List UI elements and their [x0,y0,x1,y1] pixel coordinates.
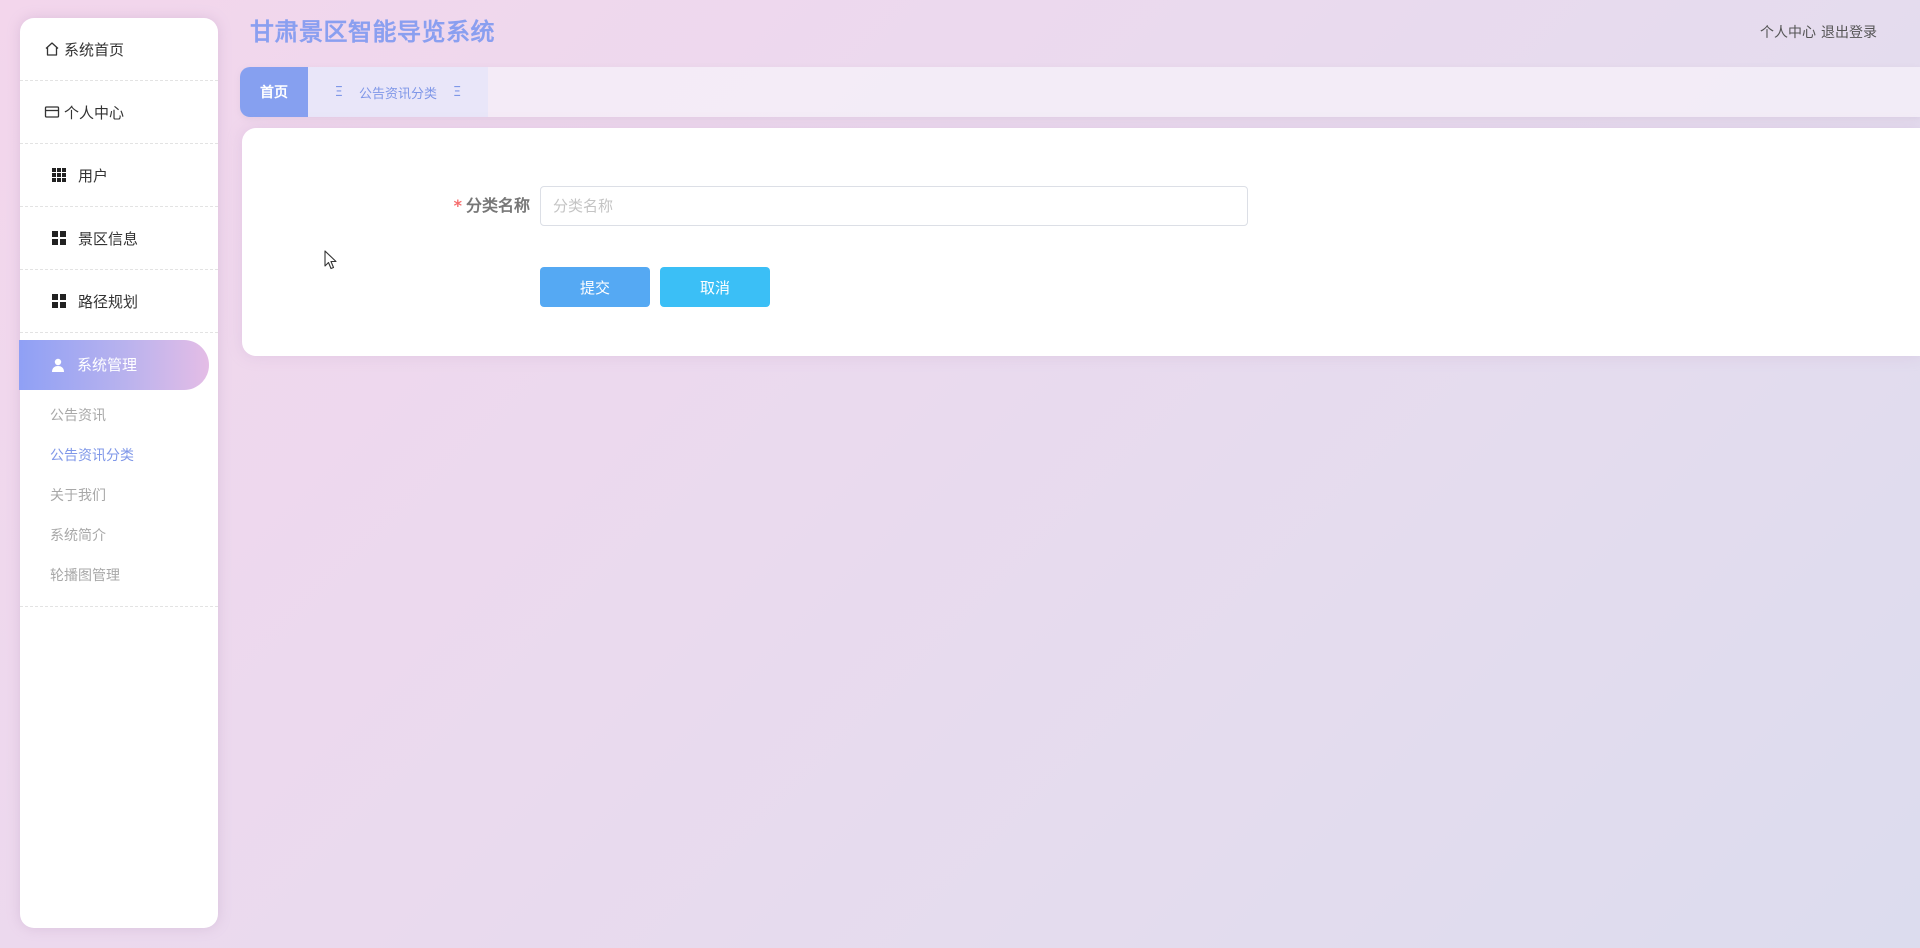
mouse-cursor-icon [324,250,338,274]
sidebar-item-personal-center[interactable]: 个人中心 [20,81,218,144]
submenu-item-announcement-categories[interactable]: 公告资讯分类 [20,436,218,476]
grid-icon [52,294,66,308]
sidebar-item-label: 用户 [78,166,109,185]
sidebar-group-system-management: 系统管理 公告资讯 公告资讯分类 关于我们 系统简介 轮播图管理 [19,333,218,607]
tab-menu-icon[interactable]: Ξ [453,85,461,100]
cancel-button[interactable]: 取消 [660,267,770,307]
category-label-text: 分类名称 [465,196,530,215]
user-icon [51,358,65,372]
personal-center-link[interactable]: 个人中心 [1760,25,1816,41]
top-links: 个人中心 退出登录 [1760,22,1877,42]
sidebar-item-label: 系统管理 [77,356,138,374]
required-mark: * [453,196,462,215]
sidebar-item-route-planning[interactable]: 路径规划 [20,270,218,333]
app-title: 甘肃景区智能导览系统 [250,18,495,46]
sidebar-item-label: 系统首页 [64,40,125,59]
grid-icon [52,168,66,182]
sidebar: 系统首页 个人中心 用户 景区信息 路径规划 系统管理 公告资讯 公告资讯分类 … [19,18,218,928]
submenu-item-system-intro[interactable]: 系统简介 [20,516,218,556]
sidebar-item-label: 景区信息 [78,229,139,248]
tab-home[interactable]: 首页 [240,67,308,117]
sidebar-item-home[interactable]: 系统首页 [20,18,218,81]
grid-icon [52,231,66,245]
tab-bar: 首页 Ξ 公告资讯分类 Ξ [240,67,1920,117]
sidebar-item-label: 个人中心 [64,103,125,122]
sidebar-active-row: 系统管理 [19,333,218,396]
card-icon [44,104,60,120]
sidebar-item-users[interactable]: 用户 [20,144,218,207]
sidebar-item-scenic-info[interactable]: 景区信息 [20,207,218,270]
home-icon [44,41,60,57]
form-row-category: * 分类名称 [242,186,1920,226]
sidebar-item-label: 路径规划 [78,292,139,311]
submenu-item-carousel-management[interactable]: 轮播图管理 [20,556,218,596]
logout-link[interactable]: 退出登录 [1821,25,1877,41]
category-name-input[interactable] [540,186,1248,226]
tab-announcement-categories[interactable]: Ξ 公告资讯分类 Ξ [308,67,488,117]
form-panel: *分类名称 提交 取消 [242,128,1920,356]
category-label: * 分类名称 [454,186,530,226]
tab-menu-icon: Ξ [334,84,343,100]
submenu-item-announcements[interactable]: 公告资讯 [20,396,218,436]
submit-button[interactable]: 提交 [540,267,650,307]
tab-label: 公告资讯分类 [358,86,437,102]
submenu-item-about-us[interactable]: 关于我们 [20,476,218,516]
sidebar-item-system-management[interactable]: 系统管理 [19,339,209,390]
